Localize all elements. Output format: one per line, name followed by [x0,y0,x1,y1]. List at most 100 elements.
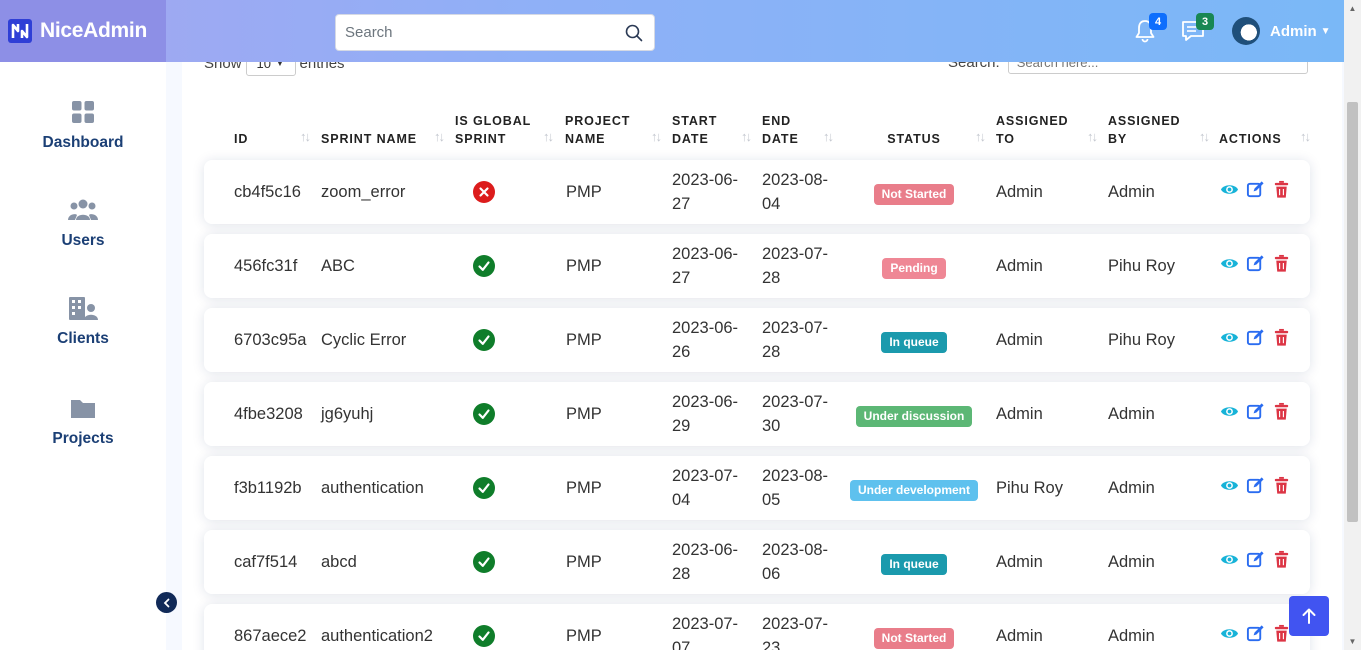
chevron-down-icon: ▼ [276,62,284,68]
column-header-label: ACTIONS [1219,130,1282,148]
view-button[interactable] [1219,253,1239,273]
chevron-down-icon: ▼ [1320,25,1331,37]
column-header-sprint-name[interactable]: SPRINT NAME ↑↓ [321,104,445,148]
edit-button[interactable] [1245,327,1265,347]
search-button[interactable] [614,15,654,50]
column-header-start[interactable]: START DATE ↑↓ [672,104,752,148]
end-date-line: 2023-07- [762,615,829,633]
end-date: 2023-08- 04 [762,168,828,216]
sort-arrows-icon: ↑↓ [543,129,554,144]
assigned-by: Admin [1108,183,1155,201]
project-name: PMP [566,331,602,349]
sprint-name: jg6yuhj [321,405,374,423]
sprint-id: 4fbe3208 [234,405,303,423]
page-length-select[interactable]: 10 ▼ [245,62,296,76]
sidebar-item-dashboard[interactable]: Dashboard [0,98,166,152]
main-content: Show 10 ▼ entries Search: ID↑↓SPRINT NAM… [166,62,1344,650]
messages-button[interactable]: 3 [1180,13,1214,44]
view-button[interactable] [1219,549,1239,569]
table-row[interactable]: 456fc31f ABC PMP 2023-06- 27 2023-07- 28 Pendin… [204,234,1310,298]
table-row[interactable]: caf7f514 abcd PMP 2023-06- 28 2023-08- 06 In qu… [204,530,1310,594]
status-badge: In queue [881,553,947,575]
column-header-assigned-by[interactable]: ASSIGNED BY ↑↓ [1108,104,1210,148]
column-header-actions[interactable]: ACTIONS ↑↓ [1219,104,1311,148]
eye-icon [1220,480,1238,490]
column-header-end[interactable]: END DATE ↑↓ [762,104,834,148]
profile-dropdown[interactable]: Admin ▼ [1232,17,1331,45]
scroll-down-arrow[interactable]: ▼ [1344,633,1361,650]
delete-button[interactable] [1271,327,1291,347]
trash-icon [1274,254,1288,272]
assigned-by: Pihu Roy [1108,331,1175,349]
sidebar-item-users[interactable]: Users [0,196,166,250]
view-button[interactable] [1219,623,1239,643]
column-header-label: STATUS [887,130,941,148]
edit-button[interactable] [1245,549,1265,569]
column-header-line: TO [996,132,1015,146]
back-to-top-button[interactable] [1289,596,1329,636]
project-name: PMP [566,405,602,423]
column-header-project[interactable]: PROJECT NAME ↑↓ [565,104,662,148]
column-header-line: SPRINT NAME [321,132,418,146]
end-date-line: 2023-07- [762,319,829,337]
column-header-status[interactable]: STATUS ↑↓ [844,104,986,148]
view-button[interactable] [1219,475,1239,495]
status-badge: Not Started [873,627,955,649]
column-header-id[interactable]: ID ↑↓ [234,104,311,148]
assigned-to: Admin [996,257,1043,275]
delete-button[interactable] [1271,401,1291,421]
sort-arrows-icon: ↑↓ [1087,129,1098,144]
end-date-line: 30 [762,417,781,435]
column-header-is-global[interactable]: IS GLOBAL SPRINT ↑↓ [455,104,554,148]
sprint-id: 6703c95a [234,331,307,349]
eye-icon [1220,258,1238,268]
delete-button[interactable] [1271,253,1291,273]
search-input[interactable] [336,15,614,50]
check-circle-icon [473,551,495,573]
project-name: PMP [566,627,602,645]
table-row[interactable]: 4fbe3208 jg6yuhj PMP 2023-06- 29 2023-07- 30 Un… [204,382,1310,446]
edit-button[interactable] [1245,475,1265,495]
delete-button[interactable] [1271,549,1291,569]
view-button[interactable] [1219,179,1239,199]
people-icon [68,199,98,220]
assigned-by: Admin [1108,405,1155,423]
sidebar-item-clients[interactable]: Clients [0,294,166,348]
delete-button[interactable] [1271,475,1291,495]
scroll-up-arrow[interactable]: ▲ [1344,0,1361,17]
sort-arrows-icon: ↑↓ [1300,129,1311,144]
table-row[interactable]: cb4f5c16 zoom_error PMP 2023-06- 27 2023-08- 0… [204,160,1310,224]
brand-logo[interactable]: NiceAdmin [0,0,166,62]
table-search-input[interactable] [1007,62,1308,74]
edit-button[interactable] [1245,253,1265,273]
delete-button[interactable] [1271,179,1291,199]
sort-arrows-icon: ↑↓ [741,129,752,144]
column-header-label: END DATE [762,112,799,148]
start-date-line: 27 [672,195,691,213]
table-row[interactable]: f3b1192b authentication PMP 2023-07- 04 2023-… [204,456,1310,520]
table-row[interactable]: 867aece2 authentication2 PMP 2023-07- 07 2023… [204,604,1310,650]
edit-button[interactable] [1245,623,1265,643]
sprint-id: 456fc31f [234,257,298,275]
view-button[interactable] [1219,327,1239,347]
column-header-assigned-to[interactable]: ASSIGNED TO ↑↓ [996,104,1098,148]
delete-button[interactable] [1271,623,1291,643]
column-header-line: DATE [672,132,709,146]
end-date: 2023-07- 28 [762,242,828,290]
end-date: 2023-07- 28 [762,316,828,364]
view-button[interactable] [1219,401,1239,421]
sidebar-collapse-button[interactable] [156,592,177,613]
project-name: PMP [566,553,602,571]
column-header-label: PROJECT NAME [565,112,630,148]
sidebar-item-projects[interactable]: Projects [0,394,166,448]
top-header: NiceAdmin 4 3 Admin ▼ [0,0,1344,62]
column-header-line: PROJECT [565,114,631,128]
scrollbar-thumb[interactable] [1347,102,1358,522]
edit-button[interactable] [1245,401,1265,421]
notifications-button[interactable]: 4 [1133,13,1167,44]
assigned-to: Admin [996,553,1043,571]
table-row[interactable]: 6703c95a Cyclic Error PMP 2023-06- 26 2023-07… [204,308,1310,372]
edit-button[interactable] [1245,179,1265,199]
sort-arrows-icon: ↑↓ [434,129,445,144]
assigned-by: Pihu Roy [1108,257,1175,275]
